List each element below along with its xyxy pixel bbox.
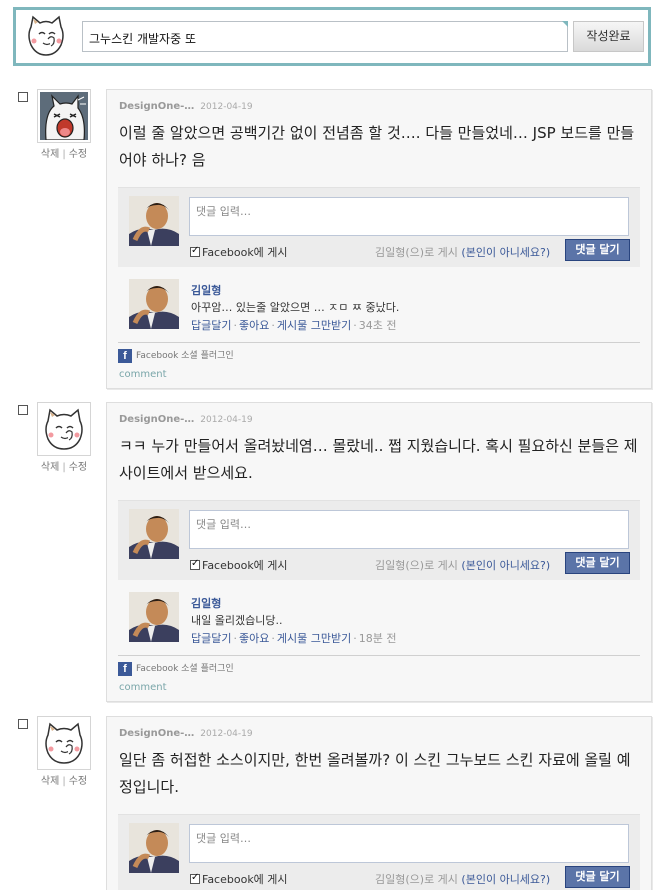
- edit-link[interactable]: 수정: [69, 776, 87, 787]
- post-date: 2012-04-19: [200, 102, 253, 112]
- post-meta: DesignOne-… 2012-04-19: [119, 728, 253, 739]
- comment-link[interactable]: comment: [119, 682, 167, 693]
- cat-icon: [37, 716, 91, 770]
- comment-button[interactable]: 댓글 달기: [565, 866, 630, 888]
- comment-input[interactable]: 댓글 입력…: [189, 197, 629, 236]
- compose-input[interactable]: 그누스킨 개발자중 또: [82, 21, 568, 52]
- post-controls: 삭제 | 수정: [40, 149, 88, 160]
- post-controls: 삭제 | 수정: [40, 462, 88, 473]
- posting-as: 김일형(으)로 게시 (본인이 아니세요?): [375, 559, 551, 572]
- facebook-plugin-footer: f Facebook 소셜 플러그인: [118, 342, 640, 363]
- post-date: 2012-04-19: [200, 729, 253, 739]
- user-avatar: [129, 196, 179, 246]
- post-controls: 삭제 | 수정: [40, 776, 88, 787]
- comment-button[interactable]: 댓글 달기: [565, 239, 630, 261]
- facebook-post-checkbox[interactable]: Facebook에 게시: [190, 244, 288, 260]
- user-avatar: [129, 823, 179, 873]
- commenter-name[interactable]: 김일형: [191, 595, 221, 611]
- select-checkbox[interactable]: [18, 719, 28, 729]
- post-text: 일단 좀 허접한 소스이지만, 한번 올려볼까? 이 스킨 그누보드 스킨 자료…: [119, 751, 631, 796]
- post-date: 2012-04-19: [200, 415, 253, 425]
- check-icon[interactable]: [190, 558, 200, 570]
- facebook-post-checkbox[interactable]: Facebook에 게시: [190, 871, 288, 887]
- user-avatar: [129, 509, 179, 559]
- like-link[interactable]: 좋아요: [239, 632, 269, 645]
- author-name[interactable]: DesignOne-…: [119, 728, 194, 739]
- compose-box: 그누스킨 개발자중 또 작성완료: [13, 7, 651, 66]
- comment-time: 34초 전: [358, 319, 397, 332]
- post-meta: DesignOne-… 2012-04-19: [119, 101, 253, 112]
- post-meta: DesignOne-… 2012-04-19: [119, 414, 253, 425]
- unfollow-link[interactable]: 게시물 그만받기: [277, 632, 351, 645]
- facebook-plugin-footer: f Facebook 소셜 플러그인: [118, 655, 640, 676]
- facebook-post-checkbox[interactable]: Facebook에 게시: [190, 557, 288, 573]
- facebook-comment-box: 댓글 입력… Facebook에 게시 김일형(으)로 게시 (본인이 아니세요…: [118, 814, 640, 890]
- author-name[interactable]: DesignOne-…: [119, 414, 194, 425]
- comment-link[interactable]: comment: [119, 369, 167, 380]
- submit-button[interactable]: 작성완료: [573, 21, 644, 52]
- comment-text: 아꾸암… 있는줄 알았으면 … ㅈㅁ ㅉ 중났다.: [191, 301, 400, 314]
- comment-time: 18분 전: [358, 632, 397, 645]
- post-card: DesignOne-… 2012-04-19 이럴 줄 알았으면 공백기간 없이 …: [106, 89, 652, 389]
- facebook-comment-box: 댓글 입력… Facebook에 게시 김일형(으)로 게시 (본인이 아니세요…: [118, 187, 640, 267]
- comment-item: 김일형 내일 올리겠습니당.. 답글달기 · 좋아요 · 게시물 그만받기 · 18분 전: [118, 592, 640, 647]
- edit-link[interactable]: 수정: [69, 462, 87, 473]
- user-avatar: [129, 592, 179, 642]
- comment-text: 내일 올리겠습니당..: [191, 614, 283, 627]
- post-text: ㅋㅋ 누가 만들어서 올려놨네염… 몰랐네.. 쩝 지웠습니다. 혹시 필요하신…: [119, 437, 638, 482]
- delete-link[interactable]: 삭제: [41, 776, 59, 787]
- cat-avatar-icon: [23, 13, 69, 59]
- like-link[interactable]: 좋아요: [239, 319, 269, 332]
- facebook-comment-box: 댓글 입력… Facebook에 게시 김일형(으)로 게시 (본인이 아니세요…: [118, 500, 640, 580]
- author-name[interactable]: DesignOne-…: [119, 101, 194, 112]
- facebook-icon: f: [118, 348, 132, 363]
- edit-link[interactable]: 수정: [69, 149, 87, 160]
- check-icon[interactable]: [190, 245, 200, 257]
- delete-link[interactable]: 삭제: [41, 149, 59, 160]
- delete-link[interactable]: 삭제: [41, 462, 59, 473]
- comment-input[interactable]: 댓글 입력…: [189, 824, 629, 863]
- reply-link[interactable]: 답글달기: [191, 632, 231, 645]
- screaming-cat-icon: [37, 89, 91, 143]
- post-card: DesignOne-… 2012-04-19 ㅋㅋ 누가 만들어서 올려놨네염… …: [106, 402, 652, 702]
- comment-actions: 답글달기 · 좋아요 · 게시물 그만받기 · 18분 전: [191, 632, 397, 645]
- post-text: 이럴 줄 알았으면 공백기간 없이 전념좀 할 것…. 다들 만들었네… JSP…: [119, 124, 635, 169]
- not-you-link[interactable]: (본인이 아니세요?): [461, 559, 550, 572]
- facebook-icon: f: [118, 661, 132, 676]
- select-checkbox[interactable]: [18, 405, 28, 415]
- select-checkbox[interactable]: [18, 92, 28, 102]
- not-you-link[interactable]: (본인이 아니세요?): [461, 246, 550, 259]
- comment-item: 김일형 아꾸암… 있는줄 알았으면 … ㅈㅁ ㅉ 중났다. 답글달기 · 좋아요 · 게…: [118, 279, 640, 334]
- check-icon[interactable]: [190, 872, 200, 884]
- reply-link[interactable]: 답글달기: [191, 319, 231, 332]
- comment-input[interactable]: 댓글 입력…: [189, 510, 629, 549]
- unfollow-link[interactable]: 게시물 그만받기: [277, 319, 351, 332]
- comment-button[interactable]: 댓글 달기: [565, 552, 630, 574]
- post-card: DesignOne-… 2012-04-19 일단 좀 허접한 소스이지만, 한번…: [106, 716, 652, 890]
- comment-actions: 답글달기 · 좋아요 · 게시물 그만받기 · 34초 전: [191, 319, 397, 332]
- cat-icon: [37, 402, 91, 456]
- posting-as: 김일형(으)로 게시 (본인이 아니세요?): [375, 873, 551, 886]
- posting-as: 김일형(으)로 게시 (본인이 아니세요?): [375, 246, 551, 259]
- commenter-name[interactable]: 김일형: [191, 282, 221, 298]
- not-you-link[interactable]: (본인이 아니세요?): [461, 873, 550, 886]
- user-avatar: [129, 279, 179, 329]
